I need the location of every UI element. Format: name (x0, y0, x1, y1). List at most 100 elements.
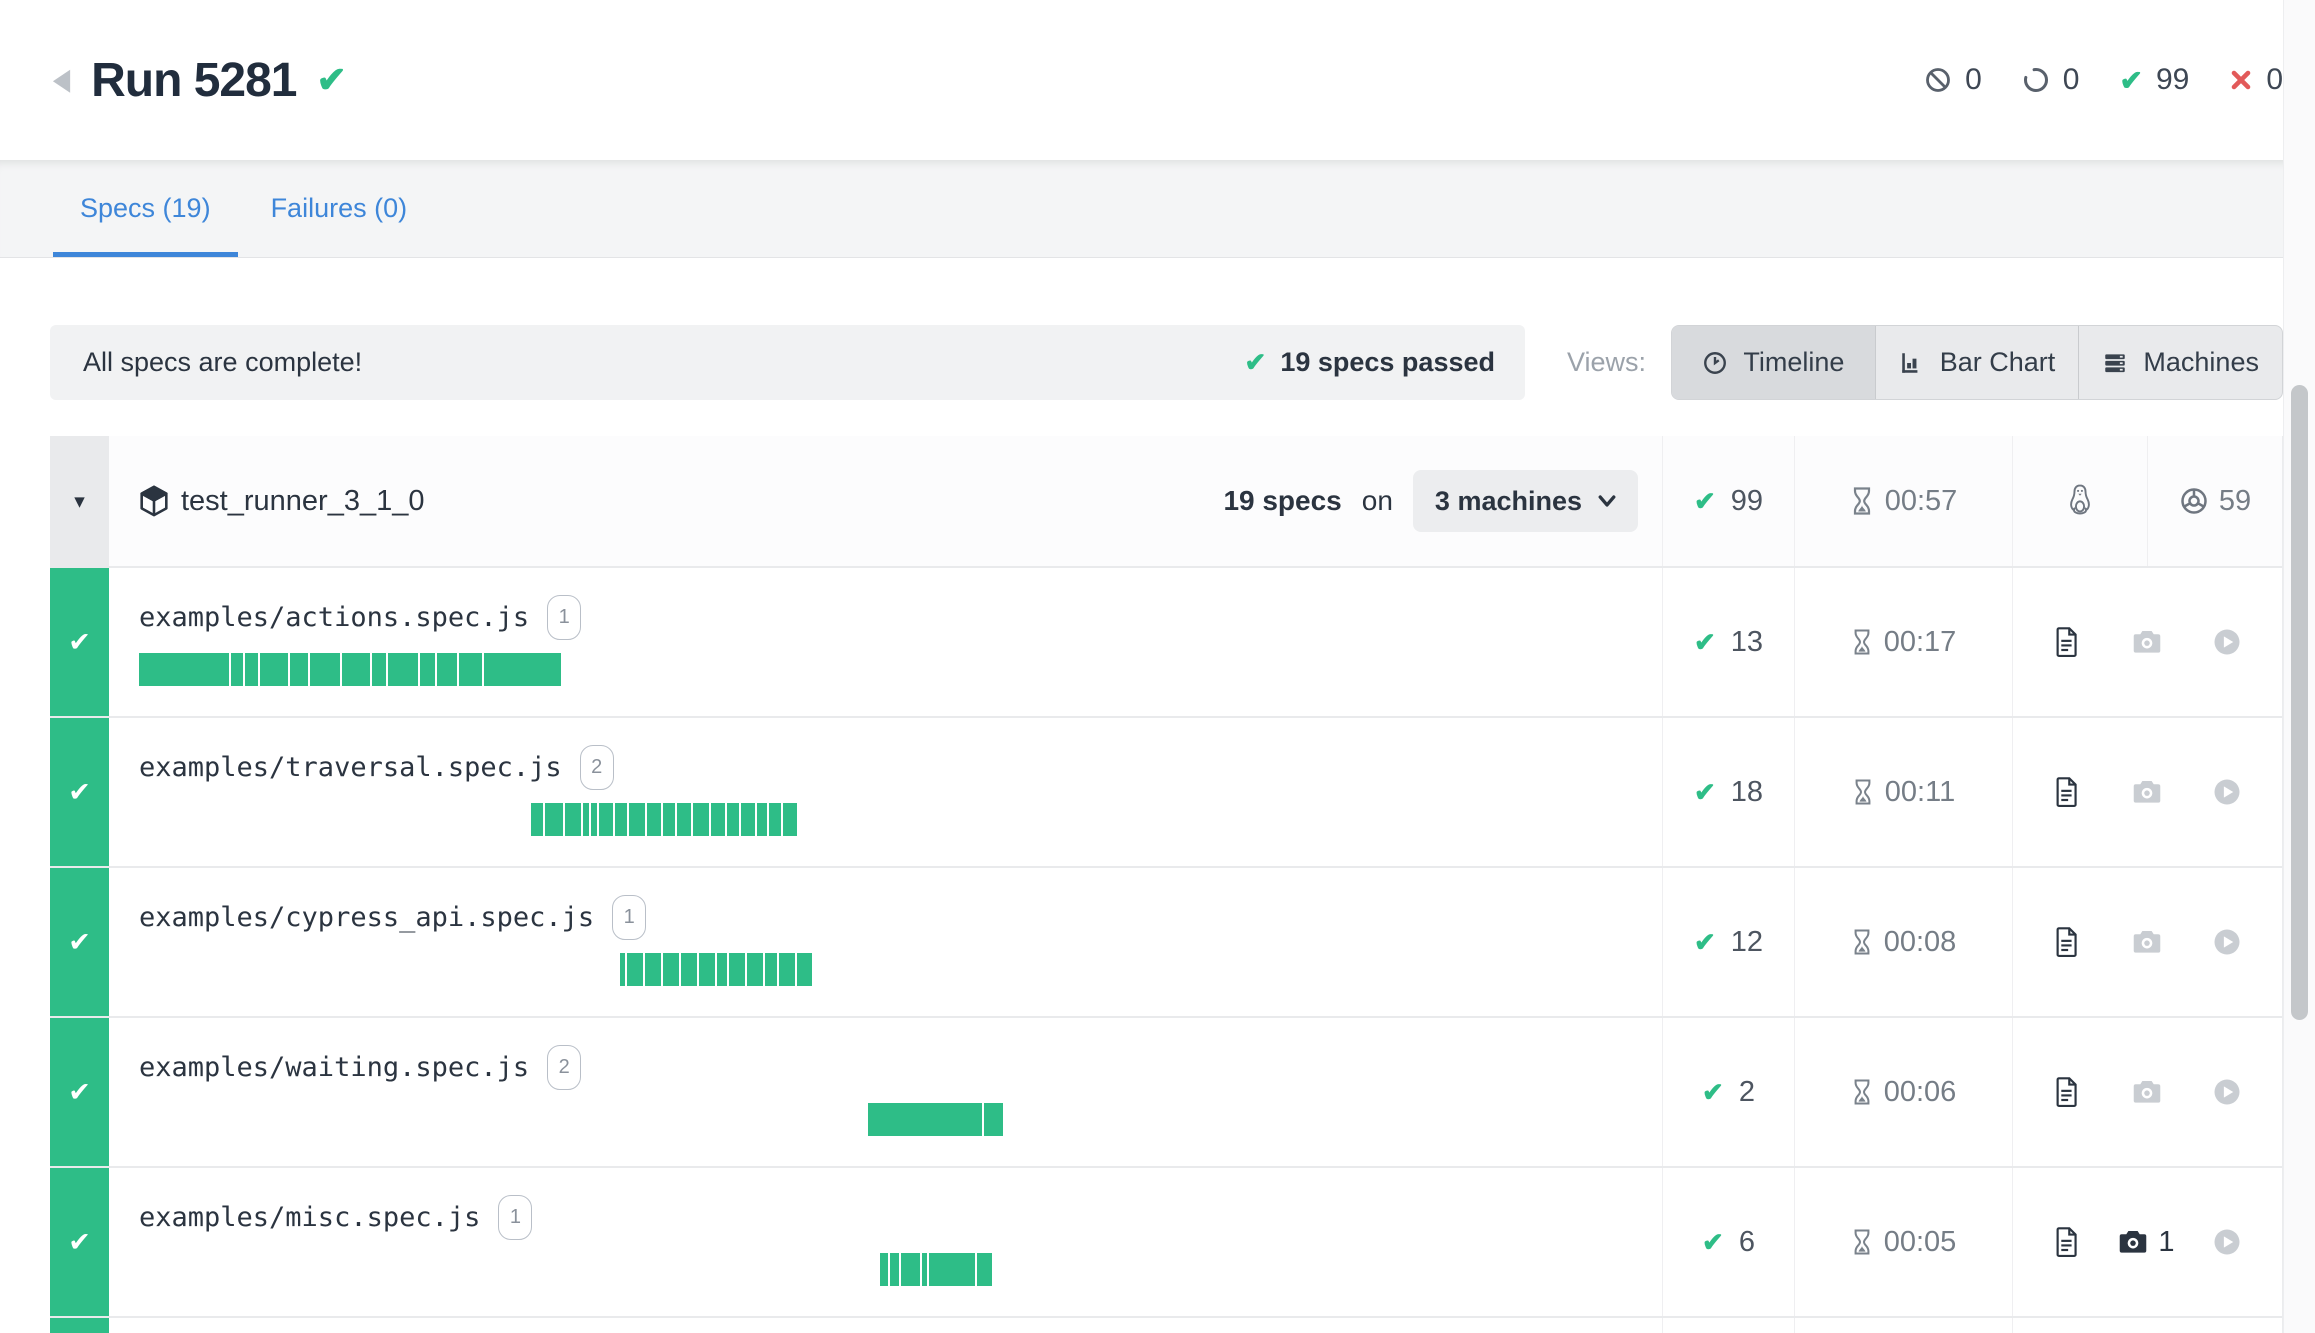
machines-dropdown[interactable]: 3 machines (1413, 470, 1638, 532)
spec-name: examples/actions.spec.js (139, 602, 529, 633)
spec-passed-cell: ✔ 18 (1662, 718, 1794, 866)
tab-bar: Specs (19) Failures (0) (0, 160, 2315, 258)
machine-badge: 1 (612, 895, 646, 940)
machines-icon (2102, 350, 2128, 376)
summary-skipped: 0 (1924, 63, 1982, 97)
pending-count: 0 (2063, 63, 2080, 97)
spec-name: examples/cypress_api.spec.js (139, 902, 594, 933)
group-os-cell (2012, 436, 2147, 566)
collapse-triangle-icon: ▾ (74, 489, 85, 514)
hourglass-icon (1851, 1078, 1873, 1106)
hourglass-icon (1851, 628, 1873, 656)
failed-count: 0 (2266, 63, 2283, 97)
spec-cell: examples/cypress_api.spec.js 1 (109, 868, 1662, 1016)
specs-count: 19 specs (1223, 485, 1341, 517)
spec-row-partial (50, 1318, 2282, 1333)
specs-table: ▾ test_runner_3_1_0 19 specs on 3 machin… (50, 436, 2283, 1333)
spec-row: ✔ examples/waiting.spec.js 2 ✔ 2 00:06 (50, 1018, 2282, 1168)
view-machines-button[interactable]: Machines (2078, 326, 2282, 399)
spec-artifacts-cell (2012, 568, 2282, 716)
tab-failures[interactable]: Failures (0) (244, 160, 435, 257)
spec-duration-cell: 00:17 (1794, 568, 2012, 716)
spec-status-passed: ✔ (50, 1168, 109, 1316)
stdout-log-icon[interactable] (2053, 926, 2081, 958)
spec-cell: examples/actions.spec.js 1 (109, 568, 1662, 716)
specs-passed-summary: ✔ 19 specs passed (1245, 347, 1495, 378)
spec-passed-cell: ✔ 6 (1662, 1168, 1794, 1316)
group-duration-cell: 00:57 (1794, 436, 2012, 566)
view-switcher: Timeline Bar Chart Machines (1671, 325, 2283, 400)
machine-badge: 1 (498, 1195, 532, 1240)
group-name: test_runner_3_1_0 (181, 485, 424, 518)
check-icon: ✔ (1694, 627, 1716, 658)
check-icon: ✔ (68, 1077, 91, 1108)
collapse-toggle[interactable]: ▾ (50, 436, 109, 566)
summary-passed: ✔ 99 (2119, 63, 2189, 97)
specs-on-word: on (1362, 485, 1393, 517)
spec-passed-cell: ✔ 12 (1662, 868, 1794, 1016)
scrollbar-thumb[interactable] (2291, 385, 2308, 1020)
stdout-log-icon[interactable] (2053, 1226, 2081, 1258)
spec-passed-cell: ✔ 2 (1662, 1018, 1794, 1166)
screenshots-icon (2132, 779, 2162, 805)
tab-specs[interactable]: Specs (19) (53, 160, 238, 257)
spec-duration-cell: 00:06 (1794, 1018, 2012, 1166)
summary-pending: 0 (2022, 63, 2080, 97)
spec-status-passed: ✔ (50, 868, 109, 1016)
stdout-log-icon[interactable] (2053, 776, 2081, 808)
chrome-icon (2179, 486, 2209, 516)
spec-cell: examples/waiting.spec.js 2 (109, 1018, 1662, 1166)
clock-icon (1702, 350, 1728, 376)
spec-artifacts-cell (2012, 1018, 2282, 1166)
machine-badge: 1 (547, 595, 581, 640)
spec-status-passed (50, 1318, 109, 1333)
spec-cell: examples/traversal.spec.js 2 (109, 718, 1662, 866)
screenshots-icon (2132, 629, 2162, 655)
spec-passed-cell: ✔ 13 (1662, 568, 1794, 716)
view-timeline-button[interactable]: Timeline (1672, 326, 1875, 399)
scrollbar-track[interactable] (2283, 0, 2315, 1333)
chevron-down-icon (1598, 494, 1616, 508)
spec-row: ✔ examples/misc.spec.js 1 ✔ 6 00:05 (50, 1168, 2282, 1318)
back-button[interactable]: ◀ (53, 65, 70, 95)
check-icon: ✔ (1694, 486, 1716, 517)
check-icon: ✔ (1702, 1227, 1724, 1258)
video-play-icon (2212, 777, 2242, 807)
browser-version: 59 (2219, 485, 2251, 518)
spec-duration-cell: 00:11 (1794, 718, 2012, 866)
view-bar-chart-button[interactable]: Bar Chart (1875, 326, 2079, 399)
machine-badge: 2 (580, 745, 614, 790)
screenshots-icon[interactable]: 1 (2118, 1226, 2174, 1259)
screenshots-count: 1 (2158, 1226, 2174, 1259)
machine-group-row: ▾ test_runner_3_1_0 19 specs on 3 machin… (50, 436, 2282, 568)
bar-chart-icon (1899, 350, 1925, 376)
spec-timeline-bar (139, 653, 1638, 686)
spec-duration-cell: 00:08 (1794, 868, 2012, 1016)
group-browser-cell: 59 (2147, 436, 2282, 566)
passed-check-icon: ✔ (2119, 64, 2142, 97)
hourglass-icon (1851, 1228, 1873, 1256)
spec-status-passed: ✔ (50, 568, 109, 716)
screenshots-icon (2132, 1079, 2162, 1105)
video-play-icon (2212, 627, 2242, 657)
check-icon: ✔ (1245, 347, 1267, 378)
video-play-icon (2212, 1227, 2242, 1257)
spec-artifacts-cell: 1 (2012, 1168, 2282, 1316)
check-icon: ✔ (1694, 927, 1716, 958)
spec-artifacts-cell (2012, 868, 2282, 1016)
run-summary: 0 0 ✔ 99 0 (1924, 63, 2283, 97)
spec-status-passed: ✔ (50, 1018, 109, 1166)
spec-timeline-bar (531, 803, 1638, 836)
page-title: Run 5281 (91, 53, 296, 108)
spec-name: examples/misc.spec.js (139, 1202, 480, 1233)
spec-timeline-bar (880, 1253, 1638, 1286)
spec-name: examples/waiting.spec.js (139, 1052, 529, 1083)
summary-failed: 0 (2229, 63, 2283, 97)
stdout-log-icon[interactable] (2053, 626, 2081, 658)
spec-timeline-bar (868, 1103, 1638, 1136)
stdout-log-icon[interactable] (2053, 1076, 2081, 1108)
passed-count: 99 (2156, 63, 2189, 97)
app-header: ◀ Run 5281 ✔ 0 0 ✔ 99 (0, 0, 2315, 160)
group-passed-cell: ✔ 99 (1662, 436, 1794, 566)
spec-row: ✔ examples/actions.spec.js 1 ✔ 13 00:17 (50, 568, 2282, 718)
